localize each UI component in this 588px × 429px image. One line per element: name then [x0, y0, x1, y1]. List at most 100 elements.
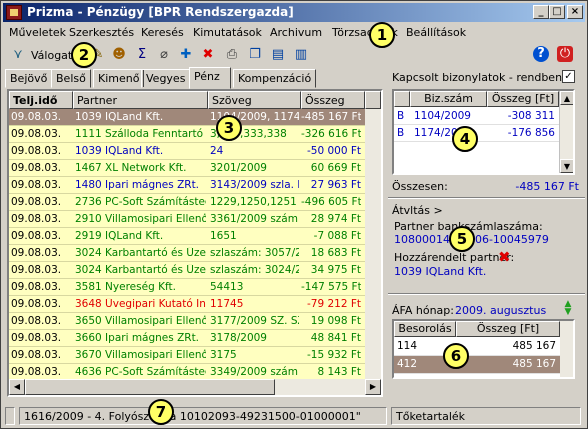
maximize-button[interactable]: □ — [549, 5, 565, 19]
vat-month-value[interactable]: 2009. augusztus — [455, 304, 546, 317]
vat-col-category[interactable]: Besorolás — [394, 321, 456, 337]
close-button[interactable]: × — [567, 5, 583, 19]
table-row[interactable]: 09.08.03. 1467 XL Network Kft. 3201/2009 60… — [9, 160, 381, 177]
linked-scroll-down-icon[interactable]: ▼ — [560, 159, 573, 173]
vertical-scrollbar[interactable] — [365, 109, 381, 379]
copy-icon[interactable]: ❐ — [246, 46, 264, 64]
linked-ok-checkbox[interactable]: ✓ — [562, 70, 575, 83]
table-row[interactable]: 09.08.03. 2736 PC-Soft Számítástech 1229,1… — [9, 194, 381, 211]
scroll-left-icon[interactable]: ◀ — [9, 379, 25, 395]
table-row[interactable]: 09.08.03. 3670 Villamosipari Ellenőrző 317… — [9, 347, 381, 364]
grid-cell-partner: 3581 Nyereség Kft. — [75, 281, 176, 293]
table-row[interactable]: 09.08.03. 1480 Ipari mágnes ZRt. 3143/2009… — [9, 177, 381, 194]
export-icon[interactable]: ▤ — [269, 46, 287, 64]
horizontal-scrollbar[interactable]: ◀ ▶ — [9, 379, 381, 395]
transactions-grid[interactable]: Telj.idő Partner Szöveg Összeg 09.08.03.… — [7, 89, 383, 397]
menu-szerkesztes[interactable]: Szerkesztés — [69, 26, 134, 39]
grid-cell-partner: 4636 PC-Soft Számítástech — [75, 366, 206, 378]
menu-muveletek[interactable]: Műveletek — [9, 26, 66, 39]
print-icon[interactable]: ⎙ — [223, 46, 241, 64]
vat-month-stepper-icon[interactable]: ▲ ▼ — [562, 300, 574, 317]
vat-month-label: ÁFA hónap: — [392, 304, 454, 317]
minimize-button[interactable]: _ — [533, 5, 549, 19]
grid-cell-date: 09.08.03. — [11, 247, 62, 259]
status-indicator — [5, 407, 15, 425]
table-row[interactable]: 09.08.03. 2910 Villamosipari Ellenőrző 336… — [9, 211, 381, 228]
table-row[interactable]: 09.08.03. 2919 IQLand Kft. 1651 -7 088 Ft — [9, 228, 381, 245]
tab-kompenzacio[interactable]: Kompenzáció — [233, 69, 317, 88]
grid-cell-date: 09.08.03. — [11, 281, 62, 293]
power-icon[interactable]: ⏻ — [557, 46, 573, 62]
status-account: 1616/2009 - 4. Folyószámla 10102093-4923… — [19, 407, 387, 425]
vat-cell-amount: 485 167 — [512, 358, 556, 370]
tab-vegyes[interactable]: Vegyes — [141, 69, 191, 88]
assigned-partner-label: Hozzárendelt partner: — [394, 251, 515, 264]
tab-belso[interactable]: Belső — [51, 69, 91, 88]
grid-cell-amount: 19 098 Ft — [310, 315, 361, 327]
linked-scrollbar[interactable]: ▲ ▼ — [559, 91, 573, 173]
table-row[interactable]: 09.08.03. 3581 Nyereség Kft. 54413 -147 575… — [9, 279, 381, 296]
tab-kimeno[interactable]: Kimenő — [93, 69, 145, 88]
table-row[interactable]: 09.08.03. 1039 IQLand Kft. 24 -50 000 Ft — [9, 143, 381, 160]
help-icon[interactable]: ? — [533, 46, 549, 62]
menu-beallitasok[interactable]: Beállítások — [406, 26, 466, 39]
table-row[interactable]: 09.08.03. 1111 Szálloda Fenntartó Vá 3,333… — [9, 126, 381, 143]
column-header-date[interactable]: Telj.idő — [9, 91, 73, 109]
linked-col-amount[interactable]: Összeg [Ft] — [487, 91, 559, 107]
tab-bejovo[interactable]: Bejövő — [5, 69, 53, 88]
grid-cell-amount: -79 212 Ft — [306, 298, 361, 310]
grid-cell-date: 09.08.03. — [11, 213, 62, 225]
menu-kereses[interactable]: Keresés — [141, 26, 184, 39]
delete-icon[interactable]: ✖ — [199, 46, 217, 64]
scroll-thumb[interactable] — [25, 379, 275, 395]
table-row[interactable]: 09.08.03. 3024 Karbantartó és Üzemel szlas… — [9, 262, 381, 279]
column-header-partner[interactable]: Partner — [73, 91, 208, 109]
list-item[interactable]: 412 485 167 — [394, 356, 560, 374]
status-bar: 1616/2009 - 4. Folyószámla 10102093-4923… — [3, 406, 585, 426]
vat-table[interactable]: Besorolás Összeg [Ft] 114 485 167 412 485 1… — [392, 319, 575, 379]
table-row[interactable]: 09.08.03. 3024 Karbantartó és Üzemel szlas… — [9, 245, 381, 262]
grid-cell-amount: 48 841 Ft — [310, 332, 361, 344]
filter-icon[interactable]: ⋎ — [9, 46, 27, 64]
scroll-right-icon[interactable]: ▶ — [365, 379, 381, 395]
grid-cell-text: szlaszám: 3057/20 — [210, 247, 299, 259]
linked-col-type — [394, 91, 410, 107]
attach-icon[interactable]: ⌀ — [155, 46, 173, 64]
grid-cell-date: 09.08.03. — [11, 196, 62, 208]
linked-col-number[interactable]: Biz.szám — [410, 91, 487, 107]
linked-docs-table[interactable]: Biz.szám Összeg [Ft] B 1104/2009 -308 311 B… — [392, 89, 575, 175]
table-row[interactable]: 09.08.03.1039 IQLand Kft.1104/2009, 1174… — [9, 109, 381, 126]
title-bar[interactable]: Prizma - Pénzügy [BPR Rendszergazda] _ □… — [3, 3, 585, 22]
grid-cell-date: 09.08.03. — [11, 128, 62, 140]
unassign-icon[interactable]: ✖ — [498, 248, 511, 266]
add-icon[interactable]: ✚ — [177, 46, 195, 64]
vat-col-amount[interactable]: Összeg [Ft] — [456, 321, 560, 337]
linked-scroll-up-icon[interactable]: ▲ — [560, 91, 573, 105]
grid-cell-date: 09.08.03. — [11, 230, 62, 242]
grid-cell-text: 54413 — [210, 281, 244, 293]
table-row[interactable]: 09.08.03. 3648 Üvegipari Kutató Intéz 1174… — [9, 296, 381, 313]
list-item[interactable]: 114 485 167 — [394, 338, 560, 356]
table-row[interactable]: 09.08.03. 3660 Ipari mágnes ZRt. 3178/2009… — [9, 330, 381, 347]
grid-cell-partner: 1039 IQLand Kft. — [75, 111, 164, 123]
grid-cell-partner: 1111 Szálloda Fenntartó Vá — [75, 128, 206, 140]
transfer-link[interactable]: Átvltás > — [392, 204, 443, 217]
list-item[interactable]: B 1104/2009 -308 311 — [394, 108, 559, 125]
vat-scrollbar[interactable] — [560, 321, 573, 377]
menu-kimutatasok[interactable]: Kimutatások — [193, 26, 262, 39]
grid-cell-date: 09.08.03. — [11, 315, 62, 327]
column-header-text[interactable]: Szöveg — [208, 91, 301, 109]
grid-cell-partner: 3648 Üvegipari Kutató Intéz — [75, 298, 206, 310]
table-row[interactable]: 09.08.03. 3650 Villamosipari Ellenőrző 317… — [9, 313, 381, 330]
tab-penz[interactable]: Pénz — [189, 67, 231, 89]
sum-icon[interactable]: Σ — [133, 46, 151, 64]
grid-cell-text: 11745 — [210, 298, 244, 310]
grid-cell-amount: 34 975 Ft — [310, 264, 361, 276]
linked-cell-num: 1104/2009 — [414, 110, 471, 122]
user-icon[interactable]: ☻ — [110, 46, 128, 64]
linked-cell-amount: -176 856 — [507, 127, 555, 139]
column-header-amount[interactable]: Összeg — [301, 91, 365, 109]
import-icon[interactable]: ▥ — [292, 46, 310, 64]
menu-archivum[interactable]: Archivum — [270, 26, 322, 39]
grid-cell-text: 3349/2009 számla — [210, 366, 299, 378]
